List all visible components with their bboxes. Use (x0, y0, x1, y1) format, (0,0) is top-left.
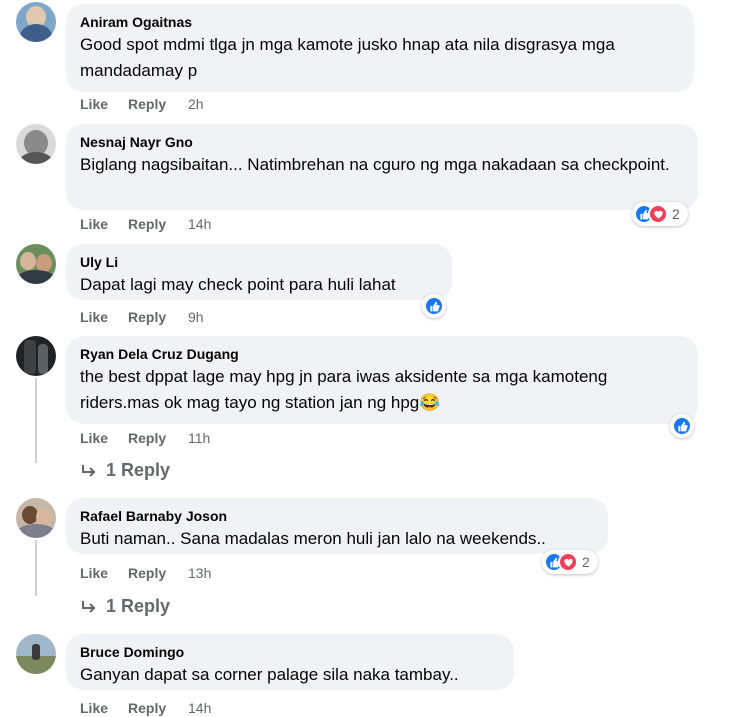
reaction-count: 2 (672, 206, 680, 222)
comment-text: Ganyan dapat sa corner palage sila naka … (80, 665, 459, 684)
comment-author[interactable]: Rafael Barnaby Joson (80, 506, 594, 526)
comment-timestamp[interactable]: 14h (188, 698, 211, 717)
comment-timestamp[interactable]: 14h (188, 214, 211, 234)
reply-arrow-icon (82, 464, 96, 477)
like-reaction-icon (672, 416, 692, 436)
like-button[interactable]: Like (80, 698, 128, 717)
love-reaction-icon (648, 204, 668, 224)
avatar[interactable] (16, 124, 56, 164)
reaction-summary[interactable]: 2 (632, 202, 688, 226)
comment-timestamp[interactable]: 11h (188, 428, 210, 448)
reaction-summary[interactable]: 2 (542, 550, 598, 574)
thread-line (35, 540, 37, 596)
comment-bubble: Nesnaj Nayr Gno Biglang nagsibaitan... N… (66, 124, 698, 210)
reply-button[interactable]: Reply (128, 563, 188, 583)
comment-author[interactable]: Ryan Dela Cruz Dugang (80, 344, 684, 364)
like-reaction-icon (424, 296, 444, 316)
reply-button[interactable]: Reply (128, 94, 188, 114)
like-button[interactable]: Like (80, 428, 128, 448)
comment-text: Buti naman.. Sana madalas meron huli jan… (80, 529, 546, 548)
like-button[interactable]: Like (80, 214, 128, 234)
comment-text: Dapat lagi may check point para huli lah… (80, 275, 396, 294)
view-replies-link[interactable]: 1 Reply (80, 460, 170, 481)
like-button[interactable]: Like (80, 307, 128, 327)
avatar[interactable] (16, 244, 56, 284)
comment-actions: Like Reply 14h (80, 698, 211, 717)
comment-bubble: Uly Li Dapat lagi may check point para h… (66, 244, 452, 300)
comment-actions: Like Reply 2h (80, 94, 204, 114)
love-reaction-icon (558, 552, 578, 572)
reply-button[interactable]: Reply (128, 698, 188, 717)
comment-text: Biglang nagsibaitan... Natimbrehan na cg… (80, 155, 670, 174)
comment-text: the best dppat lage may hpg jn para iwas… (80, 367, 608, 412)
comment-text: Good spot mdmi tlga jn mga kamote jusko … (80, 35, 615, 80)
comment-bubble: Bruce Domingo Ganyan dapat sa corner pal… (66, 634, 514, 690)
comment-actions: Like Reply 11h (80, 428, 210, 448)
comment-timestamp[interactable]: 9h (188, 307, 204, 327)
reaction-count: 2 (582, 554, 590, 570)
comment-author[interactable]: Uly Li (80, 252, 438, 272)
avatar[interactable] (16, 2, 56, 42)
reaction-summary[interactable] (670, 414, 694, 438)
comment-actions: Like Reply 9h (80, 307, 204, 327)
like-button[interactable]: Like (80, 94, 128, 114)
reply-button[interactable]: Reply (128, 214, 188, 234)
reply-button[interactable]: Reply (128, 428, 188, 448)
reply-arrow-icon (82, 600, 96, 613)
replies-count: 1 Reply (106, 460, 171, 480)
comment-actions: Like Reply 13h (80, 563, 211, 583)
comment-timestamp[interactable]: 2h (188, 94, 204, 114)
reaction-summary[interactable] (422, 294, 446, 318)
comment-timestamp[interactable]: 13h (188, 563, 211, 583)
comment-bubble: Ryan Dela Cruz Dugang the best dppat lag… (66, 336, 698, 424)
comment-bubble: Rafael Barnaby Joson Buti naman.. Sana m… (66, 498, 608, 554)
comment-actions: Like Reply 14h (80, 214, 211, 234)
avatar[interactable] (16, 634, 56, 674)
replies-count: 1 Reply (106, 596, 171, 616)
like-button[interactable]: Like (80, 563, 128, 583)
reply-button[interactable]: Reply (128, 307, 188, 327)
avatar[interactable] (16, 498, 56, 538)
thread-line (35, 378, 37, 463)
avatar[interactable] (16, 336, 56, 376)
comment-author[interactable]: Aniram Ogaitnas (80, 12, 680, 32)
comment-bubble: Aniram Ogaitnas Good spot mdmi tlga jn m… (66, 4, 694, 92)
comment-author[interactable]: Nesnaj Nayr Gno (80, 132, 684, 152)
comment-author[interactable]: Bruce Domingo (80, 642, 500, 662)
view-replies-link[interactable]: 1 Reply (80, 596, 170, 617)
